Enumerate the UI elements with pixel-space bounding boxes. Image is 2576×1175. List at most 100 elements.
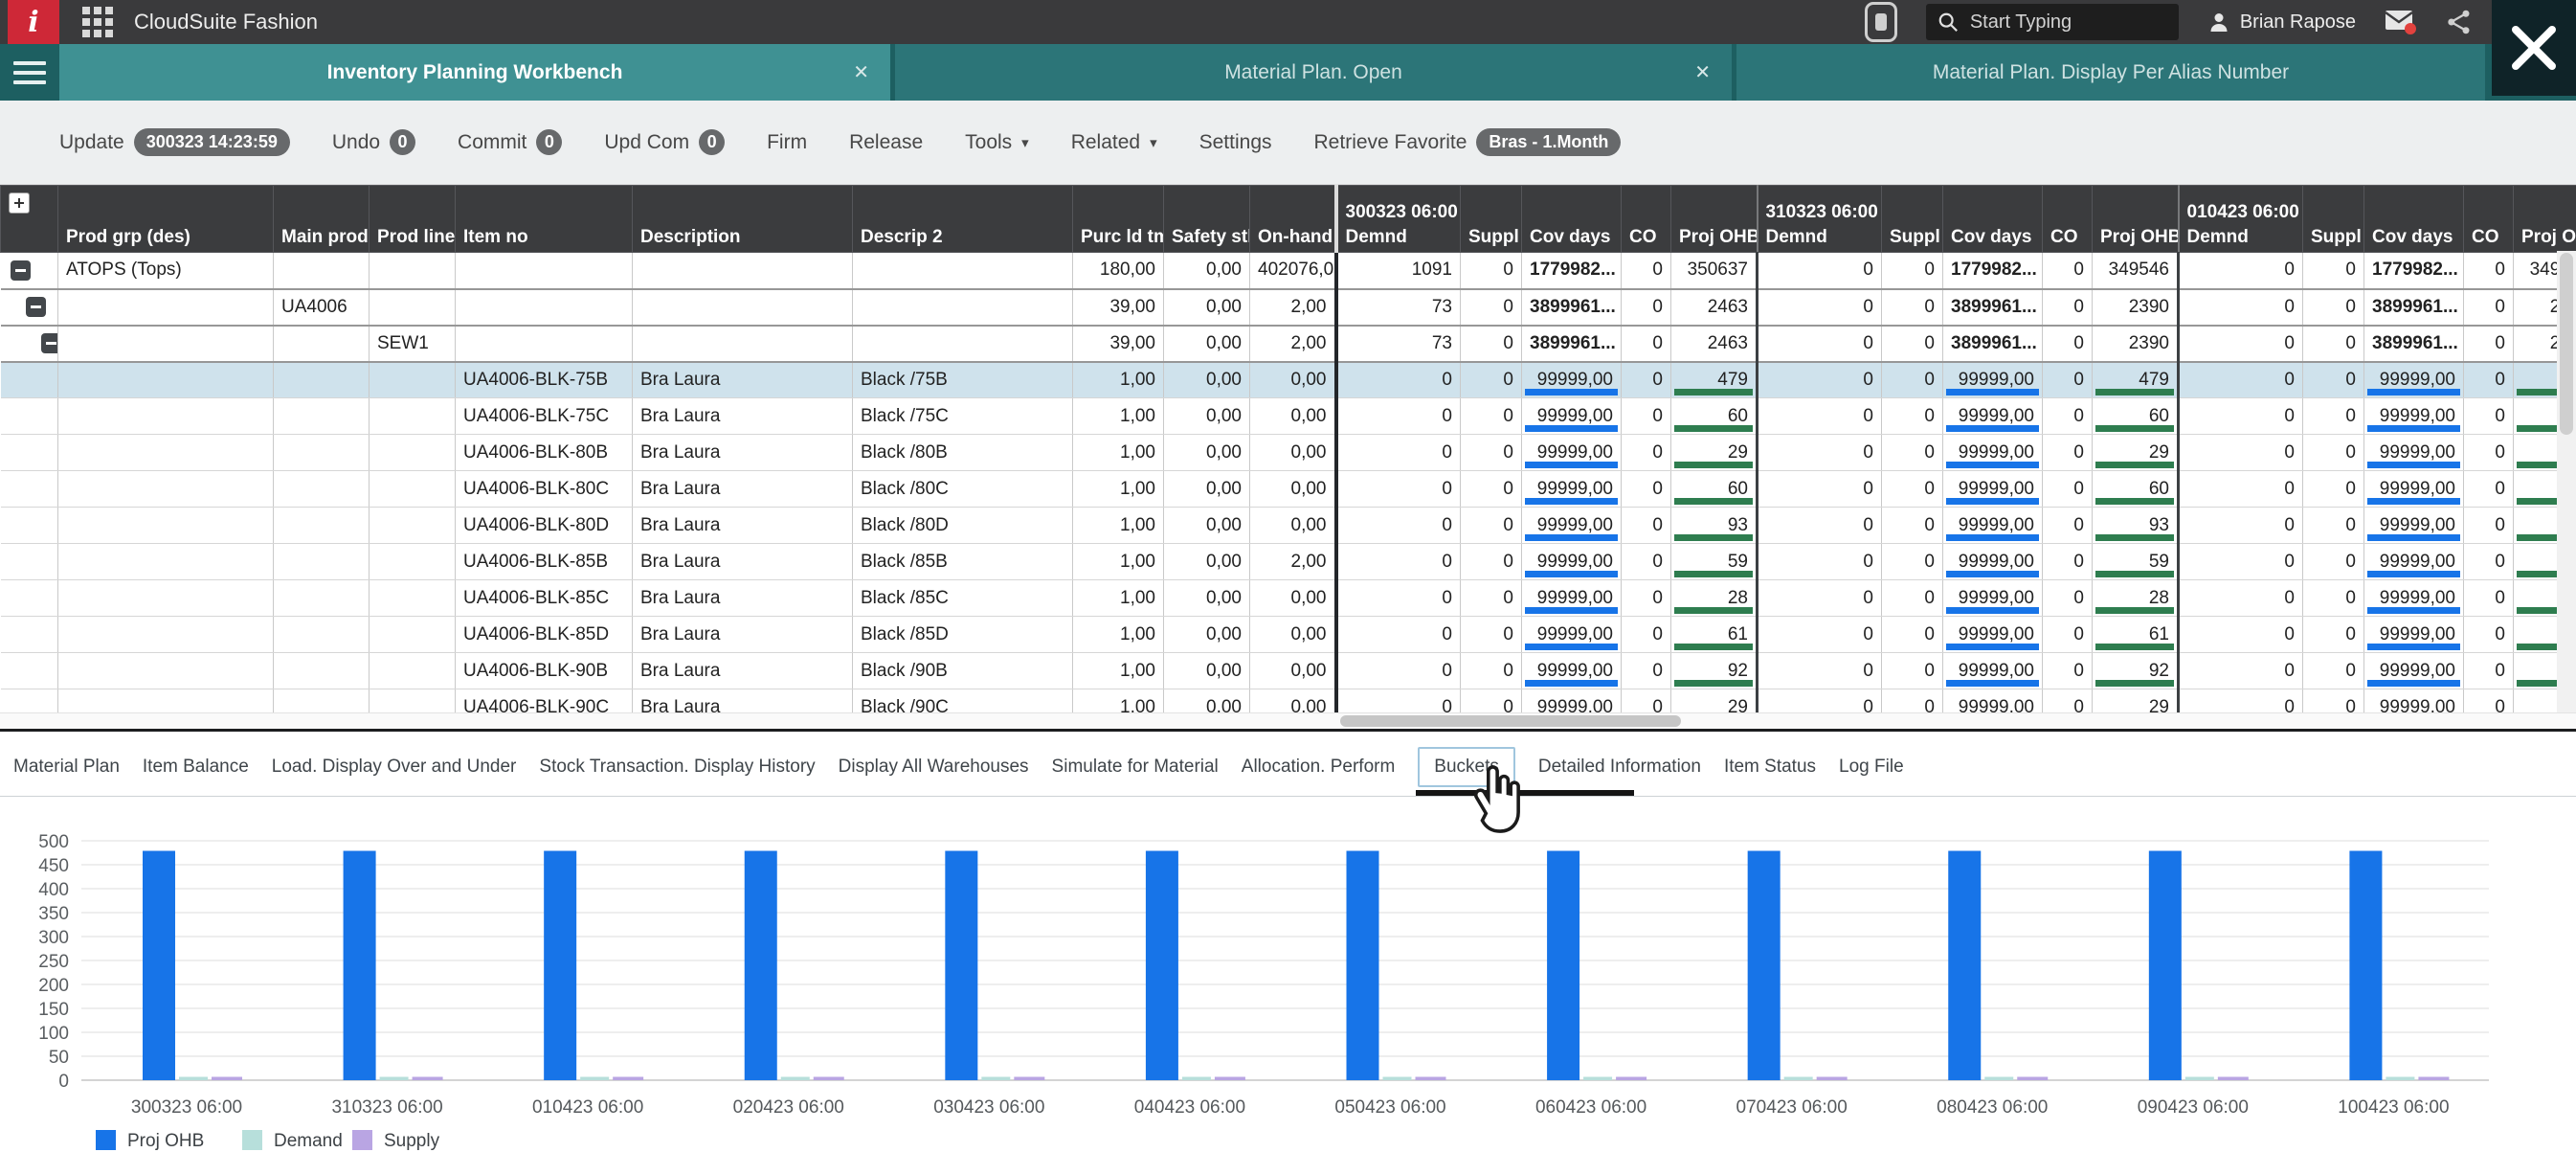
column-header-310323-06-00-proj-ohb[interactable]: Proj OHB: [2093, 186, 2179, 253]
column-header-300323-06-00-demnd[interactable]: 300323 06:00Demnd: [1336, 186, 1461, 253]
column-header-main-prod[interactable]: Main prod: [274, 186, 370, 253]
table-row[interactable]: UA4006-BLK-85BBra LauraBlack /85B1,000,0…: [1, 544, 2576, 580]
app-launcher-icon[interactable]: [82, 7, 113, 37]
column-header-010423-06-00-proj-ohb[interactable]: Proj OHB: [2514, 186, 2576, 253]
detail-tab-item-status[interactable]: Item Status: [1724, 757, 1816, 778]
grid-cell: 0: [1622, 398, 1671, 435]
collapse-icon[interactable]: [11, 260, 31, 281]
toolbar-button-retrieve-favorite[interactable]: Retrieve FavoriteBras - 1.Month: [1314, 128, 1622, 156]
grid-cell: [370, 435, 456, 471]
table-row[interactable]: UA4006-BLK-90BBra LauraBlack /90B1,000,0…: [1, 653, 2576, 689]
column-header-item-no[interactable]: Item no: [456, 186, 633, 253]
toolbar-button-commit[interactable]: Commit0: [458, 129, 562, 155]
grid-cell: 0,00: [1164, 508, 1250, 544]
grid-cell: [370, 508, 456, 544]
column-header-300323-06-00-co[interactable]: CO: [1622, 186, 1671, 253]
detail-tab-load-display-over-and-under[interactable]: Load. Display Over and Under: [272, 757, 517, 778]
cov-days-bar: [1946, 534, 2039, 541]
toolbar-button-settings[interactable]: Settings: [1199, 131, 1272, 154]
detail-tab-buckets[interactable]: Buckets: [1418, 747, 1515, 787]
toolbar-button-upd-com[interactable]: Upd Com0: [604, 129, 725, 155]
table-row[interactable]: UA4006-BLK-80DBra LauraBlack /80D1,000,0…: [1, 508, 2576, 544]
column-header-descrip-2[interactable]: Descrip 2: [853, 186, 1073, 253]
column-header-on-hand[interactable]: On-hand: [1250, 186, 1336, 253]
column-header-310323-06-00-cov-days[interactable]: Cov days: [1943, 186, 2043, 253]
column-header-safety-stk[interactable]: Safety stk: [1164, 186, 1250, 253]
share-icon[interactable]: [2446, 9, 2473, 35]
column-header-010423-06-00-cov-days[interactable]: Cov days: [2364, 186, 2464, 253]
column-header-purc-ld-tm[interactable]: Purc ld tm: [1073, 186, 1164, 253]
detail-tab-material-plan[interactable]: Material Plan: [13, 757, 120, 778]
table-row[interactable]: UA4006-BLK-75BBra LauraBlack /75B1,000,0…: [1, 362, 2576, 398]
grid-cell: 99999,00: [1522, 435, 1622, 471]
toolbar-button-release[interactable]: Release: [849, 131, 923, 154]
detail-tab-label: Log File: [1839, 757, 1904, 777]
expand-all-icon[interactable]: [9, 192, 30, 214]
grid-cell: [58, 544, 274, 580]
column-header-310323-06-00-demnd[interactable]: 310323 06:00Demnd: [1758, 186, 1882, 253]
table-row[interactable]: UA4006-BLK-80BBra LauraBlack /80B1,000,0…: [1, 435, 2576, 471]
column-header-prod-line[interactable]: Prod line: [370, 186, 456, 253]
column-header-300323-06-00-suppl[interactable]: Suppl: [1461, 186, 1522, 253]
detail-tab-simulate-for-material[interactable]: Simulate for Material: [1052, 757, 1219, 778]
grid-cell: [1, 471, 58, 508]
detail-tab-item-balance[interactable]: Item Balance: [143, 757, 249, 778]
cov-days-bar: [2367, 498, 2460, 505]
workbench-close-button[interactable]: [2492, 0, 2576, 96]
search-input[interactable]: [1968, 11, 2137, 34]
grid-horizontal-scrollbar[interactable]: [0, 712, 2576, 729]
table-row[interactable]: SEW139,000,002,007303899961...0246300389…: [1, 326, 2576, 362]
column-header-010423-06-00-suppl[interactable]: Suppl: [2303, 186, 2364, 253]
grid-cell: 0: [1758, 580, 1882, 617]
column-header-300323-06-00-cov-days[interactable]: Cov days: [1522, 186, 1622, 253]
user-menu[interactable]: Brian Rapose: [2207, 11, 2356, 34]
detail-tab-display-all-warehouses[interactable]: Display All Warehouses: [839, 757, 1029, 778]
grid-cell: 2390: [2093, 289, 2179, 326]
bar-supply: [2017, 1077, 2048, 1081]
toolbar-button-undo[interactable]: Undo0: [332, 129, 415, 155]
grid-cell: 99999,00: [1522, 398, 1622, 435]
toolbar-button-related[interactable]: Related▾: [1071, 131, 1157, 154]
column-header-010423-06-00-co[interactable]: CO: [2464, 186, 2514, 253]
grid-cell: 0: [1461, 398, 1522, 435]
column-header-310323-06-00-co[interactable]: CO: [2043, 186, 2093, 253]
toolbar-button-firm[interactable]: Firm: [767, 131, 807, 154]
tab-close-icon[interactable]: ✕: [1694, 60, 1711, 84]
search-box[interactable]: [1926, 4, 2179, 40]
table-row[interactable]: UA4006-BLK-90CBra LauraBlack /90C1,000,0…: [1, 689, 2576, 714]
workspace-tab-inventory-planning-workbench[interactable]: Inventory Planning Workbench✕: [59, 44, 890, 101]
table-row[interactable]: UA4006-BLK-85DBra LauraBlack /85D1,000,0…: [1, 617, 2576, 653]
workspace-tab-material-plan-display-per-alias-number[interactable]: Material Plan. Display Per Alias Number: [1736, 44, 2485, 101]
column-header-010423-06-00-demnd[interactable]: 010423 06:00Demnd: [2179, 186, 2303, 253]
topbar-right-group: Brian Rapose: [1865, 2, 2473, 42]
homepage-icon[interactable]: [1865, 2, 1897, 42]
table-row[interactable]: UA4006-BLK-85CBra LauraBlack /85C1,000,0…: [1, 580, 2576, 617]
detail-tab-detailed-information[interactable]: Detailed Information: [1538, 757, 1701, 778]
collapse-icon[interactable]: [26, 297, 46, 317]
table-row[interactable]: UA4006-BLK-80CBra LauraBlack /80C1,000,0…: [1, 471, 2576, 508]
detail-tab-allocation-perform[interactable]: Allocation. Perform: [1242, 757, 1396, 778]
chart-x-labels: 300323 06:00310323 06:00010423 06:000204…: [131, 1097, 2450, 1118]
grid-cell: 0: [1622, 653, 1671, 689]
collapse-icon[interactable]: [41, 333, 58, 353]
workspace-tab-material-plan-open[interactable]: Material Plan. Open✕: [895, 44, 1732, 101]
toolbar-button-tools[interactable]: Tools▾: [965, 131, 1029, 154]
scrollbar-thumb[interactable]: [2560, 253, 2573, 435]
column-header-300323-06-00-proj-ohb[interactable]: Proj OHB: [1671, 186, 1758, 253]
column-header-310323-06-00-suppl[interactable]: Suppl: [1882, 186, 1943, 253]
table-row[interactable]: UA4006-BLK-75CBra LauraBlack /75C1,000,0…: [1, 398, 2576, 435]
column-header-prod-grp-des[interactable]: Prod grp (des): [58, 186, 274, 253]
grid-vertical-scrollbar[interactable]: [2557, 251, 2576, 712]
tab-close-icon[interactable]: ✕: [853, 60, 869, 84]
mail-icon[interactable]: [2385, 9, 2417, 35]
grid-cell: 1,00: [1073, 580, 1164, 617]
scrollbar-thumb[interactable]: [1340, 715, 1681, 727]
detail-tab-stock-transaction-display-history[interactable]: Stock Transaction. Display History: [539, 757, 815, 778]
table-row[interactable]: ATOPS (Tops)180,000,00402076,00109101779…: [1, 253, 2576, 289]
grid-cell: Black /80D: [853, 508, 1073, 544]
detail-tab-log-file[interactable]: Log File: [1839, 757, 1904, 778]
toolbar-button-update[interactable]: Update300323 14:23:59: [59, 128, 290, 156]
menu-icon[interactable]: [0, 44, 59, 101]
table-row[interactable]: UA400639,000,002,007303899961...02463003…: [1, 289, 2576, 326]
column-header-description[interactable]: Description: [633, 186, 853, 253]
